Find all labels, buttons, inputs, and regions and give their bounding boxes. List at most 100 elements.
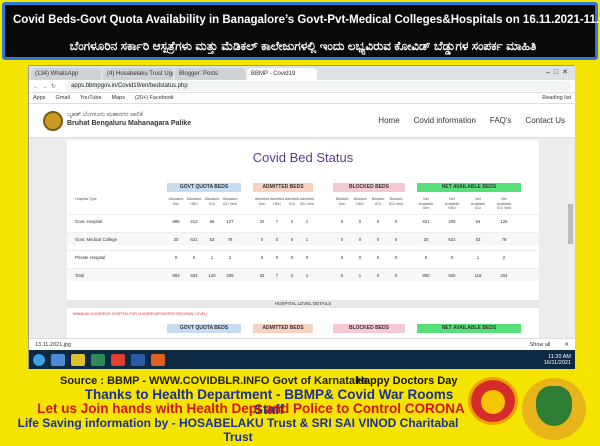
table-cell: 0	[376, 255, 380, 260]
menu-covid-information[interactable]: Covid information	[414, 116, 476, 125]
word-icon[interactable]	[131, 353, 145, 366]
table-cell: 212	[190, 219, 198, 224]
table-cell: 0	[358, 237, 362, 242]
table-cell: 20	[423, 237, 429, 242]
col-header: Blocked Gen	[335, 197, 349, 206]
folder-icon[interactable]	[71, 353, 85, 366]
row-label: Private Hospital	[75, 255, 106, 260]
join-hands-line: Let us Join hands with Health Dept and P…	[37, 401, 465, 416]
table-cell: 204	[500, 273, 508, 278]
bookmark-gmail[interactable]: Gmail	[56, 95, 70, 101]
reading-list-button[interactable]: Reading list	[542, 95, 571, 101]
bookmark-maps[interactable]: Maps	[112, 95, 125, 101]
table-cell: 66	[209, 219, 215, 224]
col-header: Net Available ICU	[470, 197, 486, 210]
trust-emblem-icon	[522, 378, 586, 440]
app-icon[interactable]	[151, 353, 165, 366]
close-icon[interactable]: ✕	[564, 342, 569, 348]
bookmarks-bar: Apps Gmail YouTube Maps (20+) Facebook R…	[29, 93, 575, 104]
browser-screenshot: (134) WhatsApp (4) Hosabelaku Trust Ugan…	[28, 65, 575, 369]
group2-admitted: ADMITTED BEDS	[253, 324, 313, 333]
table-cell: 889	[172, 219, 180, 224]
table-cell: 78	[501, 237, 507, 242]
tab-blogger[interactable]: Blogger: Posts	[175, 68, 245, 80]
tab-whatsapp[interactable]: (134) WhatsApp	[31, 68, 101, 80]
table-cell: 1	[305, 273, 309, 278]
hospital-level-header: HOSPITAL LEVEL DETAILS	[67, 300, 539, 308]
group2-blocked: BLOCKED BEDS	[333, 324, 405, 333]
table-cell: 0	[394, 255, 398, 260]
show-all-button[interactable]: Show all	[530, 342, 551, 348]
media-icon[interactable]	[91, 353, 105, 366]
table-cell: 833	[190, 273, 198, 278]
pediatric-note: MINIMUM CHILDREN'S HOSPITAL FOR CHILDREN…	[73, 312, 208, 316]
start-button-icon[interactable]	[33, 353, 45, 366]
group-admitted: ADMITTED BEDS	[253, 183, 313, 192]
clock-date: 16/11/2021	[543, 359, 571, 366]
table-cell: 120	[208, 273, 216, 278]
clock-time: 11:20 AM	[548, 353, 571, 360]
page-title: Covid Bed Status	[252, 150, 354, 165]
explorer-icon[interactable]	[51, 353, 65, 366]
table-cell: 0	[376, 237, 380, 242]
table-cell: 826	[448, 273, 456, 278]
title-banner: Covid Beds-Govt Quota Availability in Ba…	[2, 2, 600, 60]
table-row: Total 893 833 120 205 33 7 2 1 0 1 0 0 850 826 118 204	[67, 268, 539, 281]
table-cell: 0	[394, 273, 398, 278]
url-field[interactable]: apps.bbmpgov.in/Covid19/en/bedstatus.php	[65, 81, 571, 91]
col-header: Allocated ICU Vent	[222, 197, 238, 206]
menu-contact-us[interactable]: Contact Us	[525, 116, 565, 125]
logo-english-text: Bruhat Bengaluru Mahanagara Palike	[67, 120, 192, 127]
tab-hosabelaku[interactable]: (4) Hosabelaku Trust Ugani Ramn	[103, 68, 173, 80]
table-cell: 53	[475, 237, 481, 242]
table-cell: 118	[474, 273, 482, 278]
row-label: Total	[75, 273, 85, 278]
table-cell: 0	[376, 273, 380, 278]
table-cell: 9	[174, 255, 178, 260]
site-header: ಬೃಹತ್ ಬೆಂಗಳೂರು ಮಹಾನಗರ ಪಾಲಿಕೆ Bruhat Beng…	[29, 104, 575, 138]
chrome-icon[interactable]	[111, 353, 125, 366]
logo-kannada-text: ಬೃಹತ್ ಬೆಂಗಳೂರು ಮಹಾನಗರ ಪಾಲಿಕೆ	[67, 112, 143, 118]
table-cell: 0	[340, 219, 344, 224]
bookmark-youtube[interactable]: YouTube	[80, 95, 102, 101]
windows-taskbar: 11:20 AM 16/11/2021	[29, 350, 575, 369]
nav-buttons-icon[interactable]: ←→↻	[33, 83, 59, 90]
table-cell: 127	[226, 219, 234, 224]
table-cell: 9	[424, 255, 428, 260]
scrollbar-thumb[interactable]	[568, 204, 573, 244]
col-header: Blocked HDU	[353, 197, 367, 206]
webpage: ಬೃಹತ್ ಬೆಂಗಳೂರು ಮಹಾನಗರ ಪಾಲಿಕೆ Bruhat Beng…	[29, 104, 575, 338]
table-cell: 0	[394, 219, 398, 224]
tab-bbmp-covid[interactable]: BBMP - Covid19	[247, 68, 317, 80]
table-cell: 0	[340, 255, 344, 260]
table-cell: 1	[210, 255, 214, 260]
site-menu: Home Covid information FAQ's Contact Us	[378, 116, 565, 125]
browser-tab-strip: (134) WhatsApp (4) Hosabelaku Trust Ugan…	[29, 66, 575, 80]
menu-faqs[interactable]: FAQ's	[490, 116, 512, 125]
bbmp-logo-icon[interactable]	[43, 111, 63, 131]
menu-home[interactable]: Home	[378, 116, 399, 125]
col-header: Net Available HDU	[444, 197, 460, 210]
bookmark-apps[interactable]: Apps	[33, 95, 46, 101]
col-header: Blocked ICU	[371, 197, 385, 206]
table-cell: 2	[228, 255, 232, 260]
table-cell: 0	[358, 219, 362, 224]
table-cell: 1	[358, 273, 362, 278]
table-cell: 0	[192, 255, 196, 260]
download-file-item[interactable]: 13.11.2021.jpg	[35, 342, 71, 348]
table-cell: 53	[209, 237, 215, 242]
download-bar: 13.11.2021.jpg Show all ✕	[29, 338, 575, 350]
address-bar: ←→↻ apps.bbmpgov.in/Covid19/en/bedstatus…	[29, 80, 575, 93]
taskbar-clock[interactable]: 11:20 AM 16/11/2021	[544, 354, 571, 366]
bookmark-facebook[interactable]: (20+) Facebook	[135, 95, 174, 101]
table-cell: 78	[227, 237, 233, 242]
table-cell: 2	[502, 255, 506, 260]
page-scrollbar[interactable]	[568, 144, 573, 334]
table-cell: 1	[476, 255, 480, 260]
table-cell: 64	[475, 219, 481, 224]
col-header: Blocked ICU Vent	[388, 197, 404, 206]
group2-net-available: NET AVAILABLE BEDS	[417, 324, 521, 333]
table-row: Private Hospital 9 0 1 2 0 0 0 0 0 0 0 0 9 0 1 2	[67, 250, 539, 263]
window-controls[interactable]: –□✕	[546, 68, 572, 76]
row-label: Govt. Hospital	[75, 219, 102, 224]
